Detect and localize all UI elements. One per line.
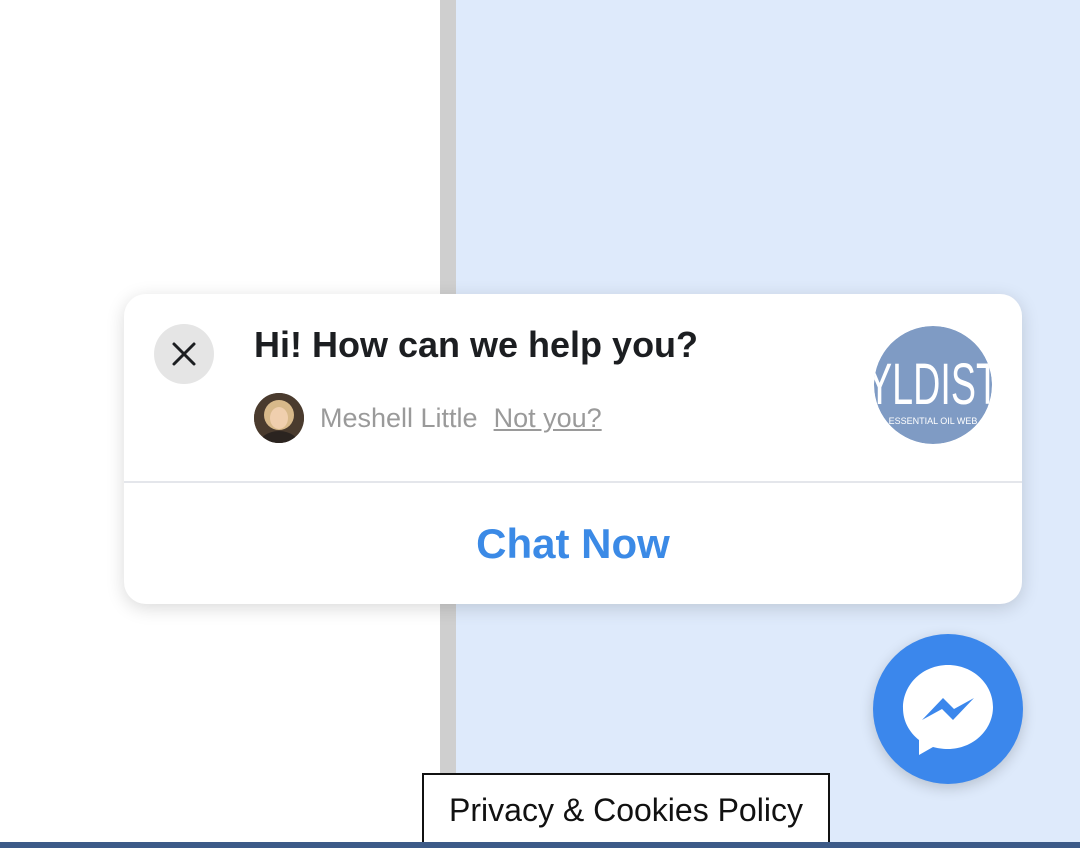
avatar <box>254 393 304 443</box>
svg-text:YLDIST: YLDIST <box>874 352 992 417</box>
messenger-icon <box>903 665 993 755</box>
user-name: Meshell Little <box>320 402 478 433</box>
privacy-cookies-tab[interactable]: Privacy & Cookies Policy <box>422 773 830 845</box>
user-info: Meshell Little Not you? <box>254 392 602 444</box>
messenger-button[interactable] <box>873 634 1023 784</box>
close-icon <box>172 342 196 366</box>
brand-logo: YLDIST ESSENTIAL OIL WEB <box>874 326 992 444</box>
chat-popup: Hi! How can we help you? Meshell Little … <box>124 294 1022 604</box>
chat-now-button[interactable]: Chat Now <box>124 483 1022 604</box>
bottom-bar <box>0 842 1080 848</box>
svg-text:ESSENTIAL OIL WEB: ESSENTIAL OIL WEB <box>889 416 978 426</box>
page: Hi! How can we help you? Meshell Little … <box>0 0 1080 848</box>
close-button[interactable] <box>154 324 214 384</box>
chat-greeting: Hi! How can we help you? <box>254 324 699 365</box>
not-you-link[interactable]: Not you? <box>494 403 602 434</box>
